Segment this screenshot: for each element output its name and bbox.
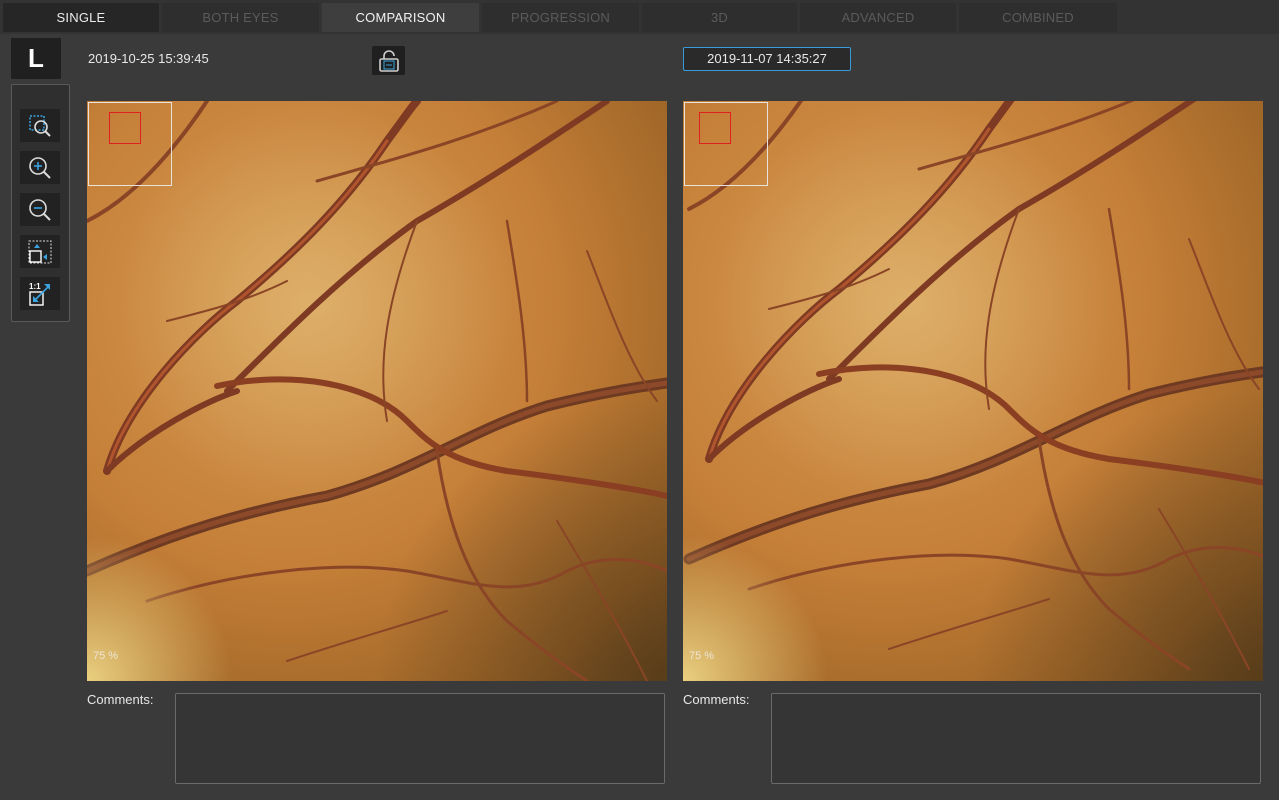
svg-text:1:1: 1:1: [29, 282, 41, 291]
left-fundus-graphic: [87, 101, 667, 681]
tab-both-eyes[interactable]: BOTH EYES: [162, 3, 319, 32]
fit-to-window-button[interactable]: [20, 235, 60, 268]
right-comments-field[interactable]: [771, 693, 1261, 784]
fit-to-window-icon: [28, 240, 52, 263]
overview-minimap[interactable]: [88, 102, 172, 186]
left-comments-label: Comments:: [87, 692, 154, 707]
eye-side-indicator: L: [11, 38, 61, 79]
zoom-in-icon: [29, 156, 51, 179]
sync-lock-icon: [378, 49, 399, 72]
actual-size-icon: 1:1: [29, 282, 50, 306]
view-mode-tabbar: SINGLE BOTH EYES COMPARISON PROGRESSION …: [0, 0, 1279, 34]
actual-size-button[interactable]: 1:1: [20, 277, 60, 310]
image-toolbar: 1:1: [11, 84, 70, 322]
zoom-region-button[interactable]: [20, 109, 60, 142]
left-image-date: 2019-10-25 15:39:45: [88, 51, 209, 66]
left-comments-field[interactable]: [175, 693, 665, 784]
viewport-marker[interactable]: [699, 112, 731, 144]
tab-comparison[interactable]: COMPARISON: [322, 3, 479, 32]
right-image-date[interactable]: 2019-11-07 14:35:27: [683, 47, 851, 71]
zoom-region-icon: [29, 114, 51, 137]
zoom-level-label: 75 %: [689, 650, 715, 662]
tab-advanced[interactable]: ADVANCED: [800, 3, 956, 32]
sync-lock-button[interactable]: [372, 46, 405, 75]
zoom-out-icon: [29, 198, 51, 221]
left-fundus-image[interactable]: 75 %: [87, 101, 667, 681]
tab-combined[interactable]: COMBINED: [959, 3, 1117, 32]
viewport-marker[interactable]: [109, 112, 141, 144]
tab-3d[interactable]: 3D: [642, 3, 797, 32]
right-comments-label: Comments:: [683, 692, 750, 707]
zoom-level-label: 75 %: [93, 650, 119, 662]
tab-progression[interactable]: PROGRESSION: [482, 3, 639, 32]
overview-minimap[interactable]: [684, 102, 768, 186]
zoom-out-button[interactable]: [20, 193, 60, 226]
tab-single[interactable]: SINGLE: [3, 3, 159, 32]
right-fundus-image[interactable]: 75 %: [683, 101, 1263, 681]
right-fundus-graphic: [683, 101, 1263, 681]
zoom-in-button[interactable]: [20, 151, 60, 184]
